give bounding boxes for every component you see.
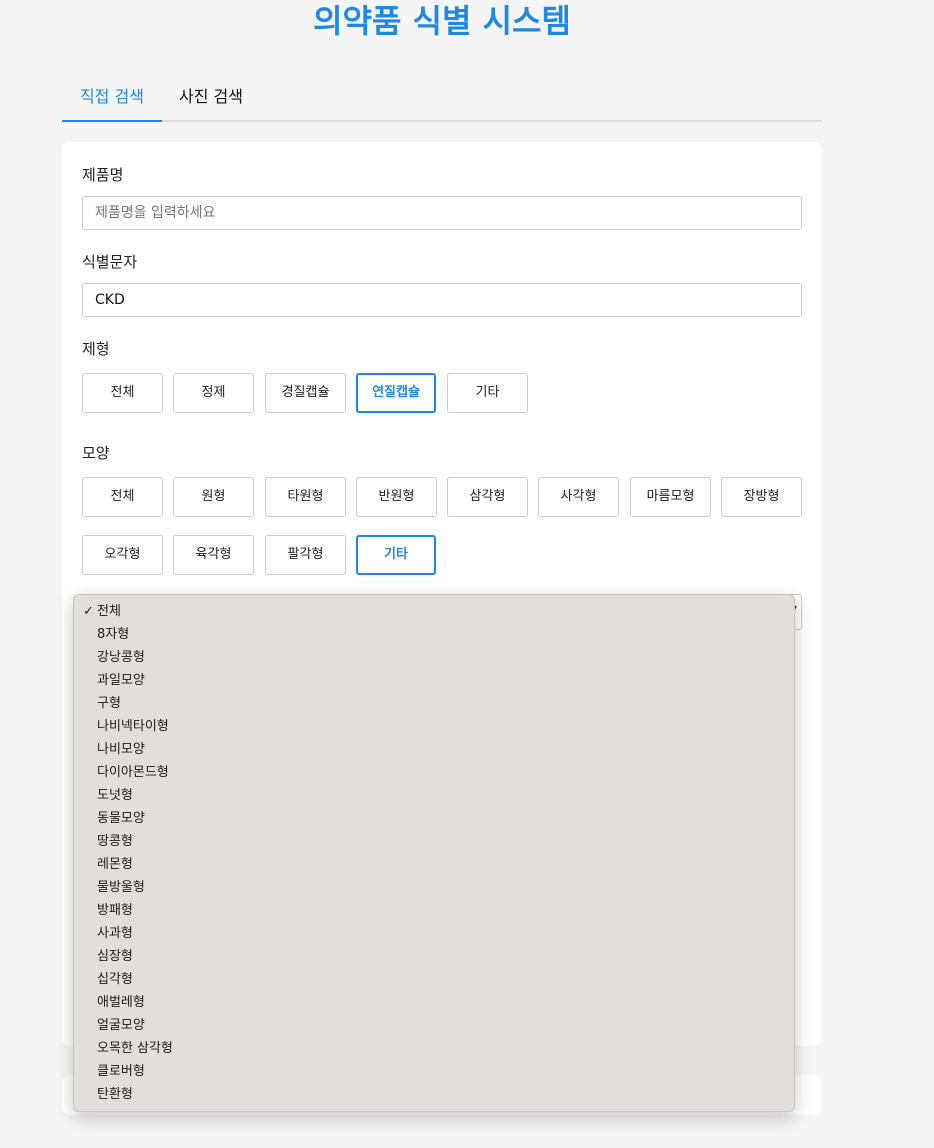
product-name-input[interactable] xyxy=(82,196,802,230)
dropdown-option[interactable]: 다이아몬드형 xyxy=(74,761,794,784)
shape-chip-all[interactable]: 전체 xyxy=(82,477,163,517)
shape-chip-triangle[interactable]: 삼각형 xyxy=(447,477,528,517)
imprint-label: 식별문자 xyxy=(82,253,138,271)
dropdown-option[interactable]: ✓ 전체 xyxy=(74,600,794,623)
dosage-form-label: 제형 xyxy=(82,340,110,358)
dropdown-option[interactable]: 애벌레형 xyxy=(74,991,794,1014)
checkmark-icon: ✓ xyxy=(83,604,94,619)
shape-chip-oval[interactable]: 타원형 xyxy=(265,477,346,517)
dropdown-option[interactable]: 동물모양 xyxy=(74,807,794,830)
dropdown-option[interactable]: 심장형 xyxy=(74,945,794,968)
shape-chip-pentagon[interactable]: 오각형 xyxy=(82,535,163,575)
shape-label: 모양 xyxy=(82,444,110,462)
dropdown-option[interactable]: 탄환형 xyxy=(74,1083,794,1106)
shape-chip-square[interactable]: 사각형 xyxy=(538,477,619,517)
tab-photo-search[interactable]: 사진 검색 xyxy=(166,80,256,120)
dropdown-option[interactable]: 땅콩형 xyxy=(74,830,794,853)
dropdown-option[interactable]: 방패형 xyxy=(74,899,794,922)
shape-chip-other[interactable]: 기타 xyxy=(356,535,436,575)
dropdown-option[interactable]: 클로버형 xyxy=(74,1060,794,1083)
page-title: 의약품 식별 시스템 xyxy=(313,2,571,40)
dropdown-option[interactable]: 구형 xyxy=(74,692,794,715)
dropdown-option[interactable]: 나비넥타이형 xyxy=(74,715,794,738)
shape-chip-round[interactable]: 원형 xyxy=(173,477,254,517)
search-tabs: 직접 검색 사진 검색 xyxy=(62,80,822,122)
dropdown-option[interactable]: 강낭콩형 xyxy=(74,646,794,669)
dosage-chip-tablet[interactable]: 정제 xyxy=(173,373,254,413)
dropdown-option[interactable]: 과일모양 xyxy=(74,669,794,692)
shape-chip-octagon[interactable]: 팔각형 xyxy=(265,535,346,575)
dropdown-option[interactable]: 얼굴모양 xyxy=(74,1014,794,1037)
dosage-chip-hard-capsule[interactable]: 경질캡슐 xyxy=(265,373,346,413)
dosage-chip-soft-capsule[interactable]: 연질캡슐 xyxy=(356,373,436,413)
shape-detail-dropdown-list: ✓ 전체 8자형 강낭콩형 과일모양 구형 나비넥타이형 나비모양 다이아몬드형 … xyxy=(73,594,795,1112)
shape-chip-rhombus[interactable]: 마름모형 xyxy=(630,477,711,517)
dropdown-option[interactable]: 8자형 xyxy=(74,623,794,646)
shape-chip-rectangle[interactable]: 장방형 xyxy=(721,477,802,517)
imprint-input[interactable] xyxy=(82,283,802,317)
dropdown-option[interactable]: 사과형 xyxy=(74,922,794,945)
dropdown-option[interactable]: 레몬형 xyxy=(74,853,794,876)
dropdown-option[interactable]: 십각형 xyxy=(74,968,794,991)
shape-chip-semicircle[interactable]: 반원형 xyxy=(356,477,437,517)
dropdown-option[interactable]: 물방울형 xyxy=(74,876,794,899)
product-name-label: 제품명 xyxy=(82,166,124,184)
tab-direct-search[interactable]: 직접 검색 xyxy=(62,80,162,122)
dropdown-option[interactable]: 도넛형 xyxy=(74,784,794,807)
dropdown-option[interactable]: 나비모양 xyxy=(74,738,794,761)
shape-chip-hexagon[interactable]: 육각형 xyxy=(173,535,254,575)
dropdown-option[interactable]: 오목한 삼각형 xyxy=(74,1037,794,1060)
dosage-chip-other[interactable]: 기타 xyxy=(447,373,528,413)
dosage-chip-all[interactable]: 전체 xyxy=(82,373,163,413)
